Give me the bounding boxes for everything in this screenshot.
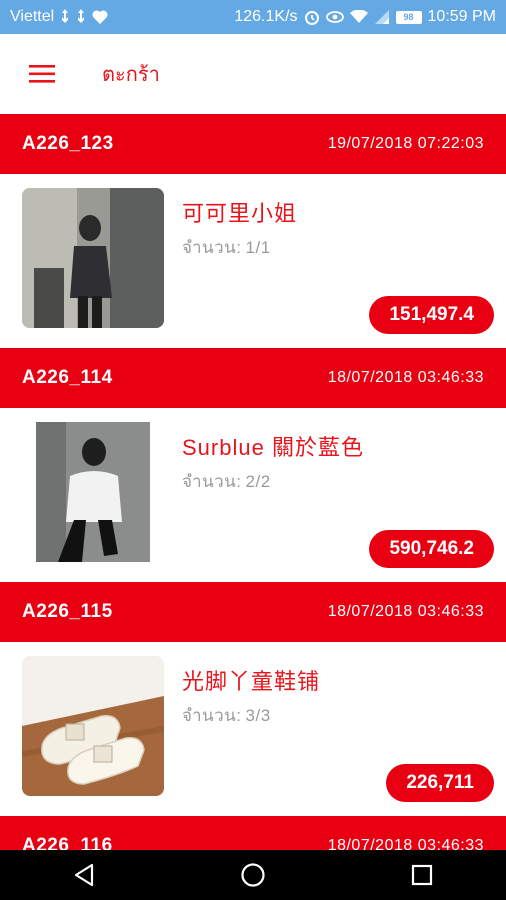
order-date: 18/07/2018 03:46:33 <box>327 603 484 620</box>
recents-square-icon[interactable] <box>382 850 462 900</box>
hamburger-menu-icon[interactable] <box>12 44 72 104</box>
system-nav-bar <box>0 850 506 900</box>
price-badge: 590,746.2 <box>369 530 494 568</box>
network-speed: 126.1K/s <box>234 8 298 25</box>
usb-icon <box>60 9 70 25</box>
product-name: 可可里小姐 <box>182 201 298 226</box>
alarm-icon <box>304 9 320 25</box>
order-header[interactable]: A226_123 19/07/2018 07:22:03 <box>0 114 506 174</box>
quantity-value: 2/2 <box>245 472 271 491</box>
back-triangle-icon[interactable] <box>44 850 124 900</box>
order-id: A226_114 <box>22 367 113 388</box>
order-id: A226_123 <box>22 133 114 154</box>
product-name: Surblue 關於藍色 <box>182 435 364 460</box>
signal-icon <box>374 10 390 24</box>
order-header[interactable]: A226_114 18/07/2018 03:46:33 <box>0 348 506 408</box>
product-thumbnail[interactable] <box>22 656 164 796</box>
price-badge: 151,497.4 <box>369 296 494 334</box>
order-id: A226_115 <box>22 601 113 622</box>
app-bar: ตะกร้า <box>0 34 506 114</box>
order-item[interactable]: 可可里小姐 จำนวน: 1/1 151,497.4 <box>0 174 506 348</box>
order-header[interactable]: A226_115 18/07/2018 03:46:33 <box>0 582 506 642</box>
order-item[interactable]: Surblue 關於藍色 จำนวน: 2/2 590,746.2 <box>0 408 506 582</box>
order-date: 18/07/2018 03:46:33 <box>327 369 484 386</box>
order-date: 19/07/2018 07:22:03 <box>327 135 484 152</box>
home-circle-icon[interactable] <box>213 850 293 900</box>
quantity-label: จำนวน: <box>182 238 242 257</box>
status-bar: Viettel 126.1K/s 98 10:59 PM <box>0 0 506 34</box>
quantity: จำนวน: 2/2 <box>182 468 271 495</box>
product-name: 光脚丫童鞋铺 <box>182 669 321 694</box>
page-title: ตะกร้า <box>102 64 160 86</box>
quantity-value: 3/3 <box>245 706 271 725</box>
eye-icon <box>325 11 344 23</box>
quantity: จำนวน: 3/3 <box>182 702 271 729</box>
usb-icon <box>76 9 86 25</box>
price-badge: 226,711 <box>386 764 494 802</box>
carrier-name: Viettel <box>10 8 55 25</box>
quantity: จำนวน: 1/1 <box>182 234 271 261</box>
order-list: A226_123 19/07/2018 07:22:03 可可里小姐 จำนวน… <box>0 114 506 876</box>
heart-app-icon <box>92 10 108 24</box>
battery-icon: 98 <box>395 10 422 24</box>
clock: 10:59 PM <box>427 8 496 25</box>
quantity-label: จำนวน: <box>182 706 242 725</box>
order-item[interactable]: 光脚丫童鞋铺 จำนวน: 3/3 226,711 <box>0 642 506 816</box>
product-thumbnail[interactable] <box>22 188 164 328</box>
quantity-label: จำนวน: <box>182 472 242 491</box>
product-thumbnail[interactable] <box>22 422 164 562</box>
quantity-value: 1/1 <box>245 238 271 257</box>
wifi-icon <box>349 10 368 24</box>
